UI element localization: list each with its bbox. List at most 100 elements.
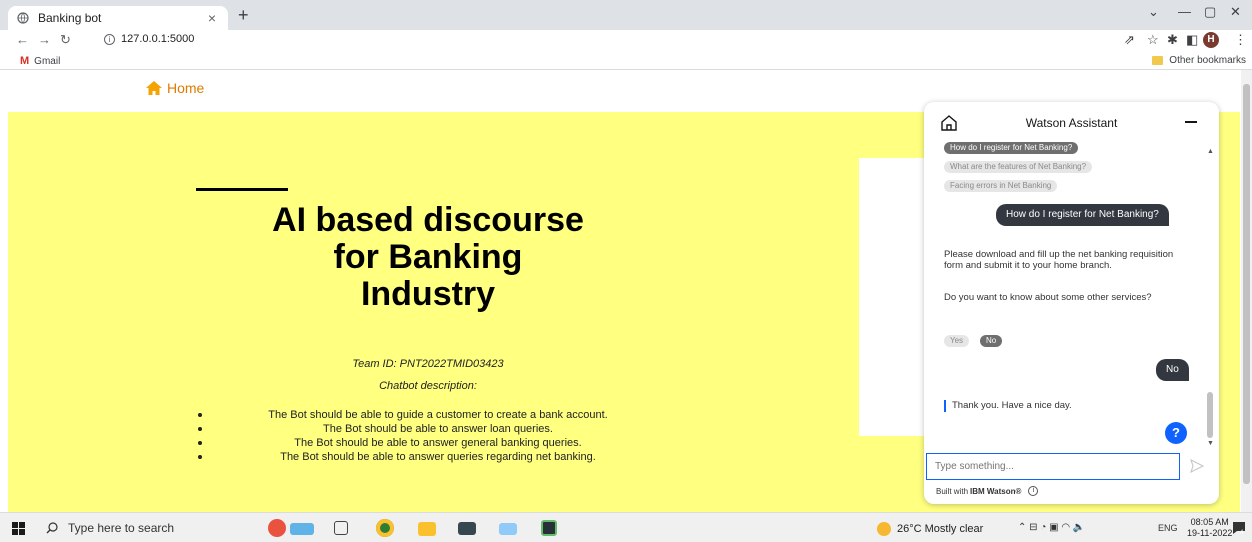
footer-prefix: Built with — [936, 486, 969, 496]
bullet-dot — [198, 413, 202, 417]
team-id: Team ID: PNT2022TMID03423 — [352, 358, 504, 370]
weather-text: 26°C Mostly clear — [897, 523, 984, 535]
search-icon — [46, 522, 58, 534]
tab-close-icon[interactable]: × — [204, 10, 220, 26]
title-line-1: AI based discourse — [272, 201, 584, 239]
site-info-icon[interactable]: i — [104, 33, 115, 45]
home-icon — [146, 81, 162, 95]
url-text: 127.0.0.1:5000 — [121, 33, 195, 45]
bookmark-gmail[interactable]: M Gmail — [20, 55, 60, 67]
bookmark-other[interactable]: Other bookmarks — [1152, 55, 1246, 66]
tab-title: Banking bot — [38, 11, 102, 25]
list-item-text: The Bot should be able to answer queries… — [280, 451, 596, 463]
taskbar: Type here to search 26°C Mostly clear ⌃ … — [0, 512, 1252, 542]
bookmarks-bar: M Gmail Other bookmarks — [0, 52, 1252, 70]
home-link[interactable]: Home — [145, 80, 204, 96]
windows-start-icon[interactable] — [12, 522, 25, 535]
list-item: The Bot should be able to answer loan qu… — [198, 422, 678, 436]
restore-icon[interactable]: ▢ — [1204, 4, 1216, 20]
scroll-up-icon[interactable]: ▲ — [1207, 148, 1214, 155]
bot-message: Please download and fill up the net bank… — [944, 249, 1174, 271]
reload-icon[interactable]: ↻ — [60, 32, 71, 48]
weather-widget[interactable]: 26°C Mostly clear — [877, 522, 983, 536]
task-view-icon[interactable] — [334, 521, 348, 535]
option-no[interactable]: No — [980, 335, 1003, 347]
list-item-text: The Bot should be able to answer loan qu… — [323, 423, 553, 435]
bullet-dot — [198, 427, 202, 431]
page-title: AI based discourse for Banking Industry — [168, 202, 688, 313]
description-list: The Bot should be able to guide a custom… — [198, 408, 678, 464]
home-link-label: Home — [167, 80, 205, 96]
share-icon[interactable]: ⇗ — [1124, 32, 1135, 48]
taskbar-search-placeholder: Type here to search — [68, 521, 175, 535]
forward-icon[interactable]: → — [38, 32, 51, 47]
terminal-icon[interactable] — [541, 520, 557, 536]
clock-date: 19-11-2022 — [1187, 528, 1233, 538]
back-icon[interactable]: ← — [16, 32, 29, 47]
chrome-icon[interactable] — [376, 519, 394, 537]
profile-avatar[interactable]: H — [1203, 32, 1219, 48]
folder-icon — [1152, 56, 1164, 65]
bookmark-gmail-label: Gmail — [34, 55, 61, 67]
assistant-footer: Built with IBM Watson® i — [936, 486, 1039, 496]
message-input[interactable] — [926, 453, 1180, 480]
globe-icon — [16, 11, 30, 25]
bullet-dot — [198, 455, 202, 459]
bullet-dot — [198, 441, 202, 445]
taskbar-app-icon[interactable] — [499, 523, 517, 535]
weather-icon — [877, 522, 891, 536]
system-tray-icons[interactable]: ⌃ ⊟ ◔ ▣ ◠ 🔈 — [1018, 522, 1085, 533]
option-register-net-banking[interactable]: How do I register for Net Banking? — [944, 142, 1079, 154]
footer-brand: IBM Watson® — [970, 486, 1022, 496]
notification-icon[interactable]: 4 — [1232, 521, 1246, 535]
chatbot-description-heading: Chatbot description: — [379, 380, 477, 392]
clock[interactable]: 08:05 AM 19-11-2022 — [1187, 517, 1232, 539]
list-item-text: The Bot should be able to answer general… — [294, 437, 582, 449]
send-icon[interactable] — [1190, 459, 1204, 473]
close-window-icon[interactable]: ✕ — [1230, 4, 1241, 20]
list-item: The Bot should be able to answer general… — [198, 436, 678, 450]
title-line-3: Industry — [360, 275, 496, 313]
info-icon[interactable]: i — [1028, 486, 1039, 496]
clock-time: 08:05 AM — [1190, 517, 1229, 527]
help-button[interactable]: ? — [1165, 422, 1187, 444]
browser-tab[interactable]: Banking bot × — [8, 6, 228, 30]
option-features-net-banking[interactable]: What are the features of Net Banking? — [944, 161, 1093, 173]
url-field[interactable]: i 127.0.0.1:5000 — [104, 33, 194, 45]
option-facing-errors[interactable]: Facing errors in Net Banking — [944, 180, 1058, 192]
chat-scrollbar-thumb[interactable] — [1207, 392, 1213, 438]
chevron-down-icon[interactable]: ⌄ — [1148, 4, 1159, 20]
bot-message: Do you want to know about some other ser… — [944, 292, 1152, 303]
taskbar-app-icon[interactable] — [268, 519, 286, 537]
file-explorer-icon[interactable] — [418, 522, 436, 536]
list-item-text: The Bot should be able to guide a custom… — [268, 409, 608, 421]
browser-tab-bar: Banking bot × + ⌄ — ▢ ✕ — [0, 0, 1252, 30]
bot-message: Thank you. Have a nice day. — [944, 400, 1072, 412]
taskbar-search[interactable]: Type here to search — [46, 521, 174, 535]
list-item: The Bot should be able to guide a custom… — [198, 408, 678, 422]
extensions-icon[interactable]: ✱ — [1167, 32, 1178, 48]
option-yes[interactable]: Yes — [944, 335, 970, 347]
title-divider — [196, 188, 288, 191]
scroll-down-icon[interactable]: ▼ — [1207, 440, 1214, 447]
new-tab-button[interactable]: + — [238, 6, 249, 24]
taskbar-app-icon[interactable] — [290, 523, 314, 535]
bookmark-other-label: Other bookmarks — [1169, 55, 1246, 66]
title-line-2: for Banking — [333, 238, 523, 276]
user-message: How do I register for Net Banking? — [996, 204, 1169, 226]
chat-history: How do I register for Net Banking? What … — [924, 142, 1209, 452]
list-item: The Bot should be able to answer queries… — [198, 450, 678, 464]
page-scrollbar[interactable] — [1241, 70, 1252, 512]
language-indicator[interactable]: ENG — [1158, 523, 1178, 533]
minimize-icon[interactable] — [1185, 121, 1197, 123]
sidepanel-icon[interactable]: ◧ — [1186, 32, 1198, 48]
minimize-icon[interactable]: — — [1178, 4, 1191, 19]
user-message: No — [1156, 359, 1189, 381]
bookmark-star-icon[interactable]: ☆ — [1147, 32, 1159, 48]
mail-icon[interactable] — [458, 522, 476, 535]
page-scrollbar-thumb[interactable] — [1243, 84, 1250, 484]
assistant-title: Watson Assistant — [1025, 116, 1118, 130]
gmail-icon: M — [20, 55, 30, 67]
menu-kebab-icon[interactable]: ⋮ — [1234, 32, 1247, 48]
watson-assistant-widget: Watson Assistant How do I register for N… — [924, 102, 1219, 504]
